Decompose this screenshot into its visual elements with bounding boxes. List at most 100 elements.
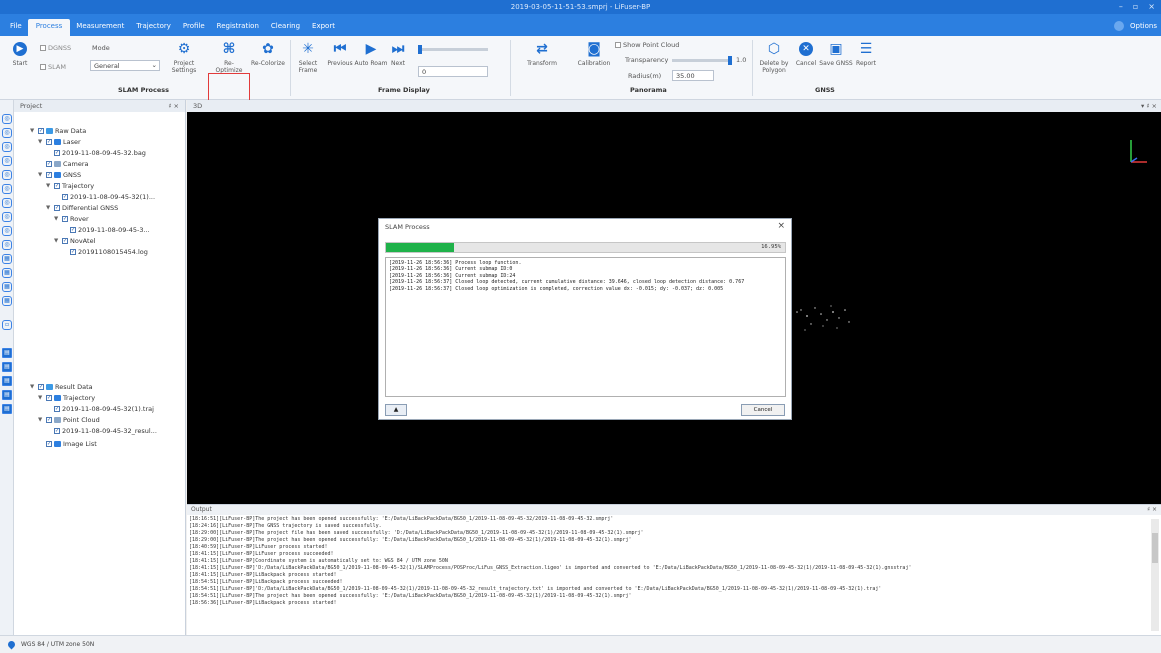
- camera-icon: ◙: [587, 40, 601, 57]
- tool-icon-16[interactable]: ▤: [2, 348, 12, 358]
- tool-icon-9[interactable]: ◎: [2, 226, 12, 236]
- output-line: [18:41:15][LiFuser-BP]Coordinate system …: [189, 558, 448, 564]
- chevron-up-icon: ▲: [393, 406, 399, 413]
- tree-result-data[interactable]: ▼ ✓ Result Data: [30, 383, 93, 391]
- tool-icon-1[interactable]: ◎: [2, 114, 12, 124]
- tree-camera[interactable]: ✓ Camera: [46, 160, 89, 168]
- tree-laser[interactable]: ▼ ✓ Laser: [38, 138, 81, 146]
- calibration-button[interactable]: ◙ Calibration: [576, 40, 612, 68]
- tool-icon-11[interactable]: ▦: [2, 254, 12, 264]
- tree-image-list[interactable]: ✓ Image List: [46, 440, 97, 448]
- cancel-label: Cancel: [795, 60, 817, 67]
- collapse-button[interactable]: ▲: [385, 404, 407, 416]
- tree-rover-file[interactable]: ✓ 2019-11-08-09-45-3...: [70, 226, 150, 234]
- tree-label: Rover: [70, 215, 89, 223]
- transparency-label: Transparency: [625, 56, 669, 64]
- tool-icon-18[interactable]: ▤: [2, 376, 12, 386]
- tool-icon-6[interactable]: ◎: [2, 184, 12, 194]
- transform-button[interactable]: ⇄ Transform: [524, 40, 560, 68]
- tool-icon-7[interactable]: ◎: [2, 198, 12, 208]
- output-log[interactable]: [18:16:51][LiFuser-BP]The project has be…: [189, 516, 1143, 634]
- tree-result-trajectory[interactable]: ▼ ✓ Trajectory: [38, 394, 95, 402]
- project-settings-button[interactable]: ⚙ Project Settings: [166, 40, 202, 75]
- panel-close-icon[interactable]: ♯ ×: [168, 102, 179, 110]
- tree-laser-file[interactable]: ✓ 2019-11-08-09-45-32.bag: [54, 149, 146, 157]
- panel-close-icon[interactable]: ♯ ×: [1147, 506, 1157, 513]
- report-button[interactable]: ☰ Report: [848, 40, 884, 68]
- viewport-tab[interactable]: 3D: [193, 102, 202, 110]
- tree-raw-data[interactable]: ▼ ✓ Raw Data: [30, 127, 86, 135]
- tree-trajectory[interactable]: ▼ ✓ Trajectory: [46, 182, 94, 190]
- dialog-cancel-button[interactable]: Cancel: [741, 404, 785, 416]
- menu-measurement[interactable]: Measurement: [70, 22, 130, 36]
- reoptimize-button[interactable]: ⌘ Re-Optimize: [211, 40, 247, 75]
- tree-rover[interactable]: ▼ ✓ Rover: [54, 215, 89, 223]
- output-line: [18:29:00][LiFuser-BP]The project file h…: [189, 530, 644, 536]
- tree-point-cloud[interactable]: ▼ ✓ Point Cloud: [38, 416, 100, 424]
- delete-by-polygon-button[interactable]: ⬡ Delete by Polygon: [756, 40, 792, 75]
- tree-novatel-file[interactable]: ✓ 20191108015454.log: [70, 248, 148, 256]
- tool-icon-10[interactable]: ◎: [2, 240, 12, 250]
- slider-handle[interactable]: [728, 56, 732, 65]
- tool-icon-12[interactable]: ▦: [2, 268, 12, 278]
- folder-icon: [46, 384, 53, 390]
- tree-differential-gnss[interactable]: ▼ ✓ Differential GNSS: [46, 204, 118, 212]
- group-gnss: GNSS: [815, 86, 835, 94]
- minimize-icon[interactable]: –: [1119, 2, 1123, 11]
- project-settings-label: Project Settings: [171, 60, 197, 74]
- trajectory-icon: [54, 395, 61, 401]
- options-menu[interactable]: Options: [1130, 22, 1157, 30]
- close-icon[interactable]: ×: [1148, 2, 1155, 11]
- scrollbar-thumb[interactable]: [1152, 533, 1158, 563]
- next-button[interactable]: ⏭ Next: [380, 40, 416, 68]
- menu-export[interactable]: Export: [306, 22, 341, 36]
- menu-profile[interactable]: Profile: [177, 22, 211, 36]
- frame-input[interactable]: 0: [418, 66, 488, 77]
- transparency-slider[interactable]: [672, 56, 732, 65]
- menu-trajectory[interactable]: Trajectory: [130, 22, 177, 36]
- globe-icon[interactable]: [1113, 21, 1124, 31]
- tool-icon-17[interactable]: ▤: [2, 362, 12, 372]
- slider-handle[interactable]: [418, 45, 422, 54]
- tool-icon-5[interactable]: ◎: [2, 170, 12, 180]
- radius-label: Radius(m): [628, 72, 662, 80]
- tree-trajectory-file[interactable]: ✓ 2019-11-08-09-45-32(1)...: [62, 193, 155, 201]
- tree-result-trajectory-file[interactable]: ✓ 2019-11-08-09-45-32(1).traj: [54, 405, 154, 413]
- menu-file[interactable]: File: [4, 22, 28, 36]
- dgnss-checkbox[interactable]: DGNSS: [40, 44, 71, 52]
- tool-icon-2[interactable]: ◎: [2, 128, 12, 138]
- tree-gnss[interactable]: ▼ ✓ GNSS: [38, 171, 81, 179]
- tool-icon-19[interactable]: ▤: [2, 390, 12, 400]
- tool-icon-8[interactable]: ◎: [2, 212, 12, 222]
- dialog-close-icon[interactable]: ×: [777, 221, 785, 231]
- progress-percent: 16.95%: [761, 244, 781, 250]
- tree-point-cloud-file[interactable]: ✓ 2019-11-08-09-45-32_resul...: [54, 427, 157, 435]
- output-scrollbar[interactable]: [1151, 519, 1159, 631]
- start-button[interactable]: ▶ Start: [2, 40, 38, 67]
- output-header: Output ♯ ×: [187, 505, 1161, 515]
- title-bar: 2019-03-05-11-51-53.smprj - LiFuser-BP –…: [0, 0, 1161, 14]
- select-icon: ✳: [302, 40, 314, 57]
- tool-icon-3[interactable]: ◎: [2, 142, 12, 152]
- maximize-icon[interactable]: ▫: [1133, 2, 1138, 11]
- radius-input[interactable]: 35.00: [672, 70, 714, 81]
- slam-checkbox[interactable]: SLAM: [40, 63, 66, 71]
- menu-process[interactable]: Process: [27, 19, 71, 36]
- dialog-log[interactable]: [2019-11-26 18:56:36] Process loop funct…: [385, 257, 786, 397]
- show-point-cloud-checkbox[interactable]: Show Point Cloud: [615, 41, 679, 49]
- menu-clearing[interactable]: Clearing: [265, 22, 306, 36]
- mode-select[interactable]: General ⌄: [90, 60, 160, 71]
- tool-icon-4[interactable]: ◎: [2, 156, 12, 166]
- tool-icon-20[interactable]: ▤: [2, 404, 12, 414]
- tree-label: 2019-11-08-09-45-32(1)...: [70, 193, 156, 201]
- recolorize-button[interactable]: ✿ Re-Colorize: [250, 40, 286, 68]
- tool-icon-15[interactable]: ▫: [2, 320, 12, 330]
- panel-close-icon[interactable]: ▾ ♯ ×: [1141, 102, 1157, 110]
- polygon-icon: ⬡: [767, 40, 781, 57]
- select-frame-button[interactable]: ✳ Select Frame: [290, 40, 326, 75]
- tree-novatel[interactable]: ▼ ✓ NovAtel: [54, 237, 95, 245]
- menu-registration[interactable]: Registration: [211, 22, 265, 36]
- tool-icon-14[interactable]: ▦: [2, 296, 12, 306]
- tool-icon-13[interactable]: ▦: [2, 282, 12, 292]
- frame-slider[interactable]: [418, 45, 488, 54]
